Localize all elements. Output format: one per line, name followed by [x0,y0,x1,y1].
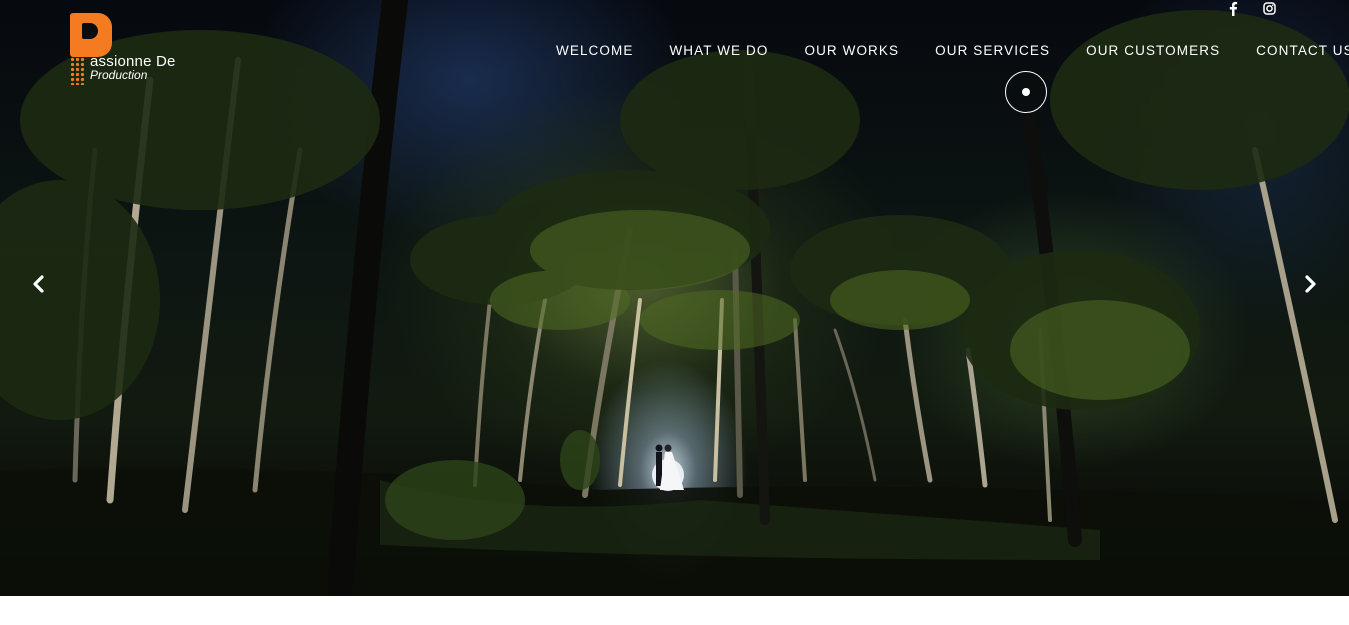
facebook-icon[interactable] [1225,0,1241,16]
cursor-dot [1022,88,1030,96]
hero-slider [0,0,1349,596]
nav-item-our-services[interactable]: OUR SERVICES [935,43,1050,58]
slider-next-button[interactable] [1300,274,1320,294]
chevron-left-icon [33,275,44,293]
nav-item-contact-us[interactable]: CONTACT US [1256,43,1349,58]
logo-text-line2: Production [90,68,148,82]
nav-item-welcome[interactable]: WELCOME [556,43,633,58]
cursor-ring-indicator [1005,71,1047,113]
page-content-below-hero [0,596,1349,625]
nav-item-what-we-do[interactable]: WHAT WE DO [669,43,768,58]
nav-item-our-works[interactable]: OUR WORKS [804,43,899,58]
brand-logo[interactable]: assionne De Production [70,13,185,85]
chevron-right-icon [1305,275,1316,293]
slider-prev-button[interactable] [29,274,49,294]
hero-slide-image [0,0,1349,596]
logo-p-mark [70,13,112,57]
instagram-icon[interactable] [1261,0,1277,16]
social-links [1225,0,1277,16]
logo-dots-mark [70,57,84,85]
nav-item-our-customers[interactable]: OUR CUSTOMERS [1086,43,1220,58]
main-nav: WELCOME WHAT WE DO OUR WORKS OUR SERVICE… [556,43,1349,58]
